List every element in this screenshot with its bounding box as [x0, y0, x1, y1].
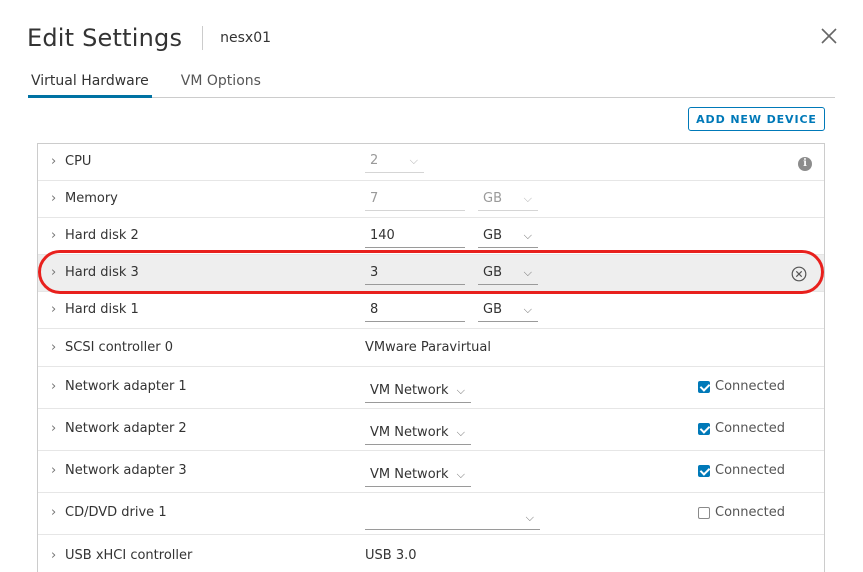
list-item-memory: › Memory 7 GB ⌵ [38, 181, 824, 218]
row-label[interactable]: Network adapter 2 [65, 421, 187, 436]
chevron-down-icon: ⌵ [523, 303, 532, 316]
vm-name: nesx01 [220, 30, 272, 46]
edit-settings-dialog: Edit Settings nesx01 Virtual Hardware VM… [0, 0, 863, 572]
chevron-down-icon: ⌵ [523, 192, 532, 205]
list-item-usb-controller: › USB xHCI controller USB 3.0 [38, 535, 824, 572]
checkbox-label: Connected [715, 463, 786, 478]
unit-value: GB [483, 191, 502, 206]
connected-checkbox[interactable]: Connected [698, 505, 785, 520]
row-label[interactable]: CPU [65, 154, 91, 169]
network-select[interactable]: VM Network ⌵ [365, 423, 471, 445]
row-label[interactable]: Hard disk 2 [65, 228, 139, 243]
chevron-right-icon[interactable]: › [51, 302, 56, 317]
chevron-down-icon: ⌵ [456, 426, 465, 439]
cpu-value: 2 [370, 153, 379, 168]
memory-unit-select[interactable]: GB ⌵ [478, 189, 538, 211]
row-label[interactable]: SCSI controller 0 [65, 340, 173, 355]
list-item-cd-dvd-drive-1: › CD/DVD drive 1 ⌵ Connected [38, 493, 824, 535]
hardware-list: › CPU 2 ⌵ i › Memory 7 GB ⌵ › Hard disk … [37, 143, 825, 572]
checkbox-label: Connected [715, 505, 786, 520]
chevron-right-icon[interactable]: › [51, 548, 56, 563]
disk-unit-select[interactable]: GB ⌵ [478, 226, 538, 248]
list-item-hard-disk-3: › Hard disk 3 3 GB ⌵ [38, 255, 824, 292]
row-label[interactable]: Memory [65, 191, 118, 206]
checkbox-unchecked-icon[interactable] [698, 506, 710, 519]
disk-unit-select[interactable]: GB ⌵ [478, 263, 538, 285]
tab-bar: Virtual Hardware VM Options [28, 64, 835, 98]
chevron-down-icon: ⌵ [456, 384, 465, 397]
disk-size-input[interactable]: 3 [365, 263, 465, 285]
row-label[interactable]: Network adapter 1 [65, 379, 187, 394]
chevron-right-icon[interactable]: › [51, 379, 56, 394]
connected-checkbox[interactable]: Connected [698, 463, 785, 478]
row-label[interactable]: Hard disk 3 [65, 265, 139, 280]
checkbox-checked-icon[interactable] [698, 464, 710, 477]
checkbox-checked-icon[interactable] [698, 380, 710, 393]
controller-type: VMware Paravirtual [365, 340, 491, 355]
network-select[interactable]: VM Network ⌵ [365, 381, 471, 403]
list-item-hard-disk-2: › Hard disk 2 140 GB ⌵ [38, 218, 824, 255]
dialog-title: Edit Settings [27, 24, 183, 52]
cpu-select[interactable]: 2 ⌵ [365, 151, 424, 173]
network-value: VM Network [370, 467, 449, 482]
chevron-down-icon: ⌵ [409, 154, 418, 167]
checkbox-label: Connected [715, 379, 786, 394]
media-select[interactable]: ⌵ [365, 508, 540, 530]
list-item-network-adapter-1: › Network adapter 1 VM Network ⌵ Connect… [38, 367, 824, 409]
disk-unit-select[interactable]: GB ⌵ [478, 300, 538, 322]
chevron-down-icon: ⌵ [456, 468, 465, 481]
chevron-right-icon[interactable]: › [51, 463, 56, 478]
memory-input[interactable]: 7 [365, 189, 465, 211]
add-new-device-button[interactable]: ADD NEW DEVICE [688, 107, 825, 131]
row-label[interactable]: USB xHCI controller [65, 548, 192, 563]
chevron-down-icon: ⌵ [523, 266, 532, 279]
unit-value: GB [483, 302, 502, 317]
network-value: VM Network [370, 383, 449, 398]
network-select[interactable]: VM Network ⌵ [365, 465, 471, 487]
chevron-right-icon[interactable]: › [51, 421, 56, 436]
connected-checkbox[interactable]: Connected [698, 379, 785, 394]
row-label[interactable]: CD/DVD drive 1 [65, 505, 167, 520]
usb-version: USB 3.0 [365, 548, 417, 563]
disk-size-input[interactable]: 8 [365, 300, 465, 322]
unit-value: GB [483, 228, 502, 243]
tab-virtual-hardware[interactable]: Virtual Hardware [28, 64, 152, 98]
checkbox-label: Connected [715, 421, 786, 436]
dialog-header: Edit Settings nesx01 [27, 21, 271, 55]
list-item-network-adapter-2: › Network adapter 2 VM Network ⌵ Connect… [38, 409, 824, 451]
list-item-scsi-controller-0: › SCSI controller 0 VMware Paravirtual [38, 329, 824, 367]
chevron-right-icon[interactable]: › [51, 191, 56, 206]
remove-device-icon[interactable] [791, 266, 807, 282]
disk-size-input[interactable]: 140 [365, 226, 465, 248]
tab-vm-options[interactable]: VM Options [178, 64, 264, 98]
chevron-down-icon: ⌵ [523, 229, 532, 242]
network-value: VM Network [370, 425, 449, 440]
row-label[interactable]: Hard disk 1 [65, 302, 139, 317]
checkbox-checked-icon[interactable] [698, 422, 710, 435]
connected-checkbox[interactable]: Connected [698, 421, 785, 436]
chevron-right-icon[interactable]: › [51, 265, 56, 280]
list-item-hard-disk-1: › Hard disk 1 8 GB ⌵ [38, 292, 824, 329]
close-icon[interactable] [817, 24, 841, 48]
chevron-right-icon[interactable]: › [51, 154, 56, 169]
unit-value: GB [483, 265, 502, 280]
chevron-down-icon: ⌵ [525, 511, 534, 524]
chevron-right-icon[interactable]: › [51, 340, 56, 355]
info-icon[interactable]: i [798, 157, 812, 171]
list-item-cpu: › CPU 2 ⌵ i [38, 144, 824, 181]
chevron-right-icon[interactable]: › [51, 228, 56, 243]
list-item-network-adapter-3: › Network adapter 3 VM Network ⌵ Connect… [38, 451, 824, 493]
chevron-right-icon[interactable]: › [51, 505, 56, 520]
row-label[interactable]: Network adapter 3 [65, 463, 187, 478]
title-divider [202, 26, 204, 50]
